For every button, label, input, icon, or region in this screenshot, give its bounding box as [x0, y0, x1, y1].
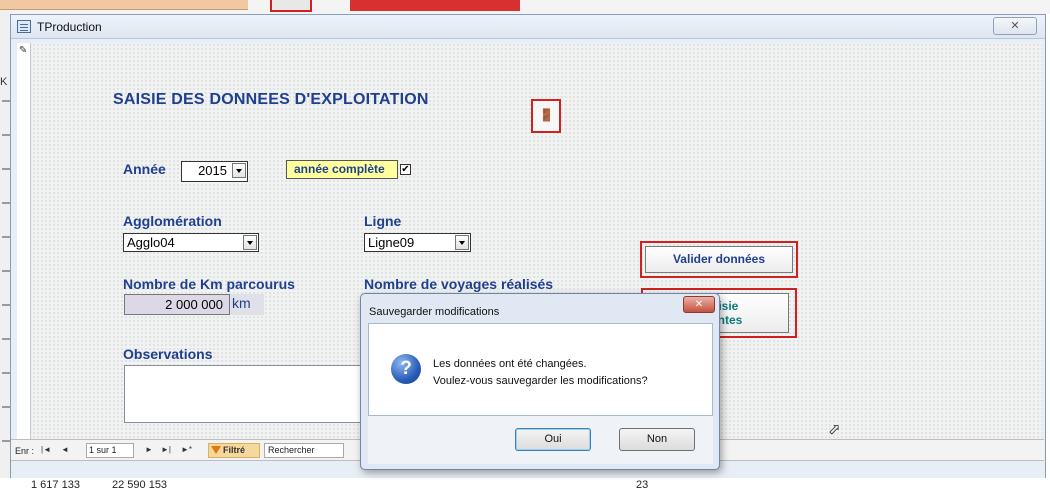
agglomeration-value: Agglo04 — [127, 235, 175, 250]
chevron-down-icon[interactable] — [232, 163, 246, 178]
last-record-icon[interactable]: ►| — [161, 445, 171, 454]
agglomeration-label: Agglomération — [123, 213, 222, 229]
divider — [2, 236, 10, 238]
agglomeration-select[interactable]: Agglo04 — [123, 233, 259, 252]
first-record-icon[interactable]: |◄ — [41, 445, 51, 454]
divider — [2, 338, 10, 340]
window-title: TProduction — [37, 20, 102, 34]
year-value: 2015 — [198, 163, 227, 178]
km-unit: km — [230, 294, 264, 315]
dialog-message-line: Voulez-vous sauvegarder les modification… — [433, 375, 648, 387]
exit-door-icon: 🚪 — [539, 108, 554, 122]
dialog-body: ? Les données ont été changées. Voulez-v… — [368, 323, 713, 416]
next-record-icon[interactable]: ► — [145, 445, 153, 454]
chevron-down-icon[interactable] — [243, 235, 257, 250]
annee-complete-checkbox[interactable]: ✔ — [400, 164, 411, 175]
window-close-button[interactable]: ✕ — [993, 17, 1037, 35]
annee-complete-label: année complète — [286, 160, 398, 179]
background-red-bar — [350, 0, 520, 11]
chevron-down-icon[interactable] — [455, 235, 469, 250]
divider — [2, 406, 10, 408]
background-datasheet-row: 1 617 133 22 590 153 23 — [0, 478, 1050, 490]
divider — [2, 304, 10, 306]
background-top-strip — [0, 0, 1050, 14]
background-letter: K — [0, 76, 8, 88]
record-number-field[interactable]: 1 sur 1 — [86, 443, 134, 458]
dialog-close-button[interactable]: ✕ — [683, 296, 715, 313]
voyages-label: Nombre de voyages réalisés — [364, 276, 554, 292]
cell-value: 23 — [636, 479, 649, 490]
divider — [2, 372, 10, 374]
record-selector[interactable]: ✎ — [17, 43, 31, 451]
save-changes-dialog: Sauvegarder modifications ✕ ? Les donnée… — [360, 293, 720, 470]
year-select[interactable]: 2015 — [181, 161, 248, 182]
no-button[interactable]: Non — [619, 428, 695, 451]
dialog-message-line: Les données ont été changées. — [433, 358, 587, 370]
km-label: Nombre de Km parcourus — [123, 276, 295, 292]
divider — [2, 270, 10, 272]
page-title: SAISIE DES DONNEES D'EXPLOITATION — [113, 91, 429, 108]
background-highlight-box — [270, 0, 312, 12]
question-icon: ? — [391, 354, 421, 384]
divider — [2, 168, 10, 170]
dialog-title: Sauvegarder modifications — [369, 306, 500, 318]
background-orange-bar — [0, 0, 248, 10]
cell-value: 1 617 133 — [31, 479, 80, 490]
pencil-icon: ✎ — [19, 45, 28, 56]
divider — [2, 100, 10, 102]
window-titlebar[interactable]: TProduction ✕ — [11, 15, 1045, 39]
ligne-label: Ligne — [364, 213, 402, 229]
form-icon — [17, 20, 31, 33]
km-field[interactable]: 2 000 000 — [124, 294, 230, 315]
new-record-icon[interactable]: ►* — [181, 445, 192, 454]
observations-field[interactable] — [124, 365, 364, 423]
filter-toggle[interactable]: Filtré — [208, 443, 260, 458]
year-label: Année — [123, 161, 166, 177]
yes-button[interactable]: Oui — [515, 428, 591, 451]
cell-value: 22 590 153 — [112, 479, 168, 490]
ligne-value: Ligne09 — [368, 235, 415, 250]
screen: K TProduction ✕ ✎ SAISIE DES DONNEES D'E… — [0, 0, 1050, 490]
divider — [2, 440, 10, 442]
previous-record-icon[interactable]: ◄ — [61, 445, 69, 454]
ligne-select[interactable]: Ligne09 — [364, 233, 471, 252]
record-label: Enr : — [15, 446, 35, 456]
divider — [2, 134, 10, 136]
divider — [2, 202, 10, 204]
mouse-cursor-icon: ⬀ — [828, 420, 841, 438]
search-input[interactable]: Rechercher — [264, 443, 344, 458]
exit-button[interactable]: 🚪 — [531, 99, 561, 133]
observations-label: Observations — [123, 346, 213, 362]
valider-donnees-button[interactable]: Valider données — [645, 246, 793, 273]
